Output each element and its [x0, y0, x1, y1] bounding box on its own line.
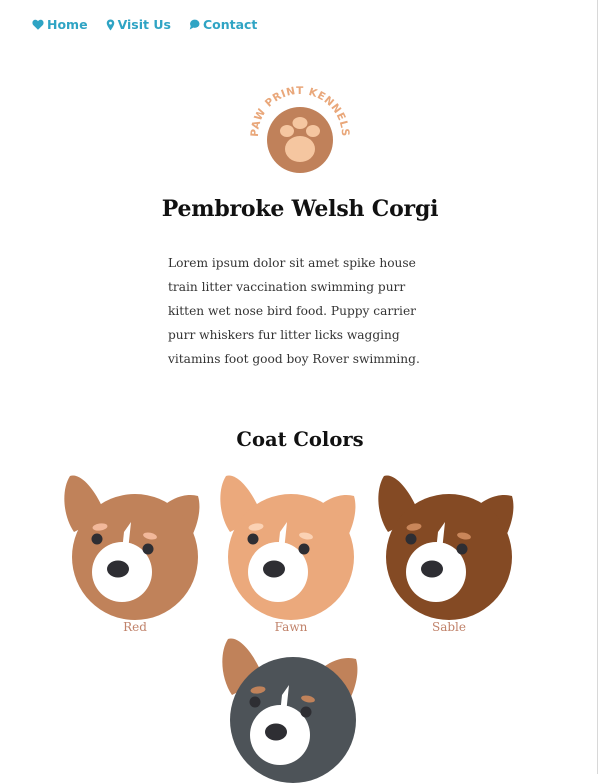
- coat-colors-heading: Coat Colors: [236, 428, 364, 451]
- coat-card-red[interactable]: Red: [60, 470, 210, 645]
- top-nav: Home Visit Us Contact: [32, 17, 257, 32]
- nav-visit-us-label: Visit Us: [117, 17, 171, 32]
- nav-contact[interactable]: Contact: [189, 17, 257, 32]
- corgi-sable-icon: [378, 475, 514, 620]
- map-pin-icon: [106, 19, 115, 31]
- kennel-logo[interactable]: PAW PRINT KENNELS: [244, 80, 356, 176]
- corgi-fawn-icon: [220, 475, 356, 620]
- page-title: Pembroke Welsh Corgi: [161, 196, 439, 222]
- coat-card-sable[interactable]: Sable: [374, 470, 524, 645]
- nav-contact-label: Contact: [202, 17, 258, 32]
- coat-card-fawn[interactable]: Fawn: [216, 470, 366, 645]
- heart-icon: [32, 19, 44, 30]
- page-border: [597, 0, 598, 774]
- coat-card-tricolor[interactable]: [218, 633, 368, 783]
- nav-visit-us[interactable]: Visit Us: [106, 17, 171, 32]
- nav-home[interactable]: Home: [32, 17, 88, 32]
- nav-home-label: Home: [47, 17, 88, 32]
- corgi-tricolor-icon: [222, 638, 358, 783]
- intro-paragraph: Lorem ipsum dolor sit amet spike house t…: [168, 256, 420, 366]
- coat-label-red: Red: [123, 620, 147, 634]
- chat-bubble-icon: [189, 19, 200, 30]
- coat-label-sable: Sable: [432, 620, 466, 634]
- coat-label-fawn: Fawn: [274, 620, 308, 634]
- corgi-red-icon: [64, 475, 200, 620]
